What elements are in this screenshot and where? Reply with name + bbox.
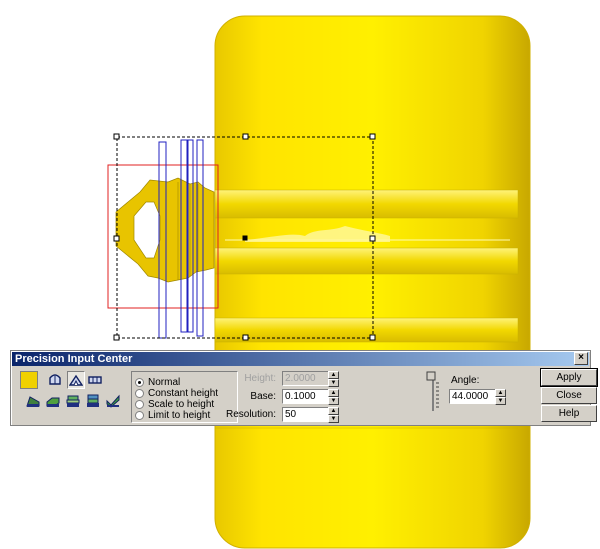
radio-dot [135,389,144,398]
base-label: Base: [250,391,276,402]
angle-slider[interactable] [421,371,443,413]
layers-icon[interactable] [65,393,81,409]
resolution-spinner[interactable]: ▲ ▼ [328,407,339,423]
dialog-title: Precision Input Center [12,352,589,366]
mode-label: Constant height [148,388,219,399]
dialog-close-button[interactable]: × [574,352,588,365]
angle-label: Angle: [451,375,480,386]
color-swatch[interactable] [20,371,38,389]
angle-spinner[interactable]: ▲ ▼ [495,389,506,405]
mode-normal-radio[interactable]: Normal [135,377,180,388]
radio-dot [135,411,144,420]
apply-button[interactable]: Apply [540,368,598,387]
help-button[interactable]: Help [541,405,597,422]
wedge-icon[interactable] [25,393,41,409]
mode-constant-height-radio[interactable]: Constant height [135,388,218,399]
precision-input-center-dialog: Precision Input Center × Normal Constant… [10,350,598,426]
mode-label: Limit to height [148,410,211,421]
mode-label: Scale to height [148,399,215,410]
close-button[interactable]: Close [541,387,597,404]
slab-icon[interactable] [45,393,61,409]
dome-icon[interactable] [47,371,63,387]
key-shape[interactable] [115,177,215,283]
mode-scale-to-height-radio[interactable]: Scale to height [135,399,214,410]
mode-limit-to-height-radio[interactable]: Limit to height [135,410,210,421]
radio-dot [135,400,144,409]
base-spinner[interactable]: ▲ ▼ [328,389,339,405]
resolution-label: Resolution: [225,409,276,420]
arch-icon[interactable] [67,371,85,389]
check-shape-icon[interactable] [105,393,121,409]
mode-label: Normal [148,377,181,388]
radio-dot [135,378,144,387]
flat-icon[interactable] [87,371,103,387]
design-canvas[interactable] [0,0,600,549]
height-spinner[interactable]: ▲ ▼ [328,371,339,387]
height-label: Height: [244,373,276,384]
stack-icon[interactable] [85,393,101,409]
